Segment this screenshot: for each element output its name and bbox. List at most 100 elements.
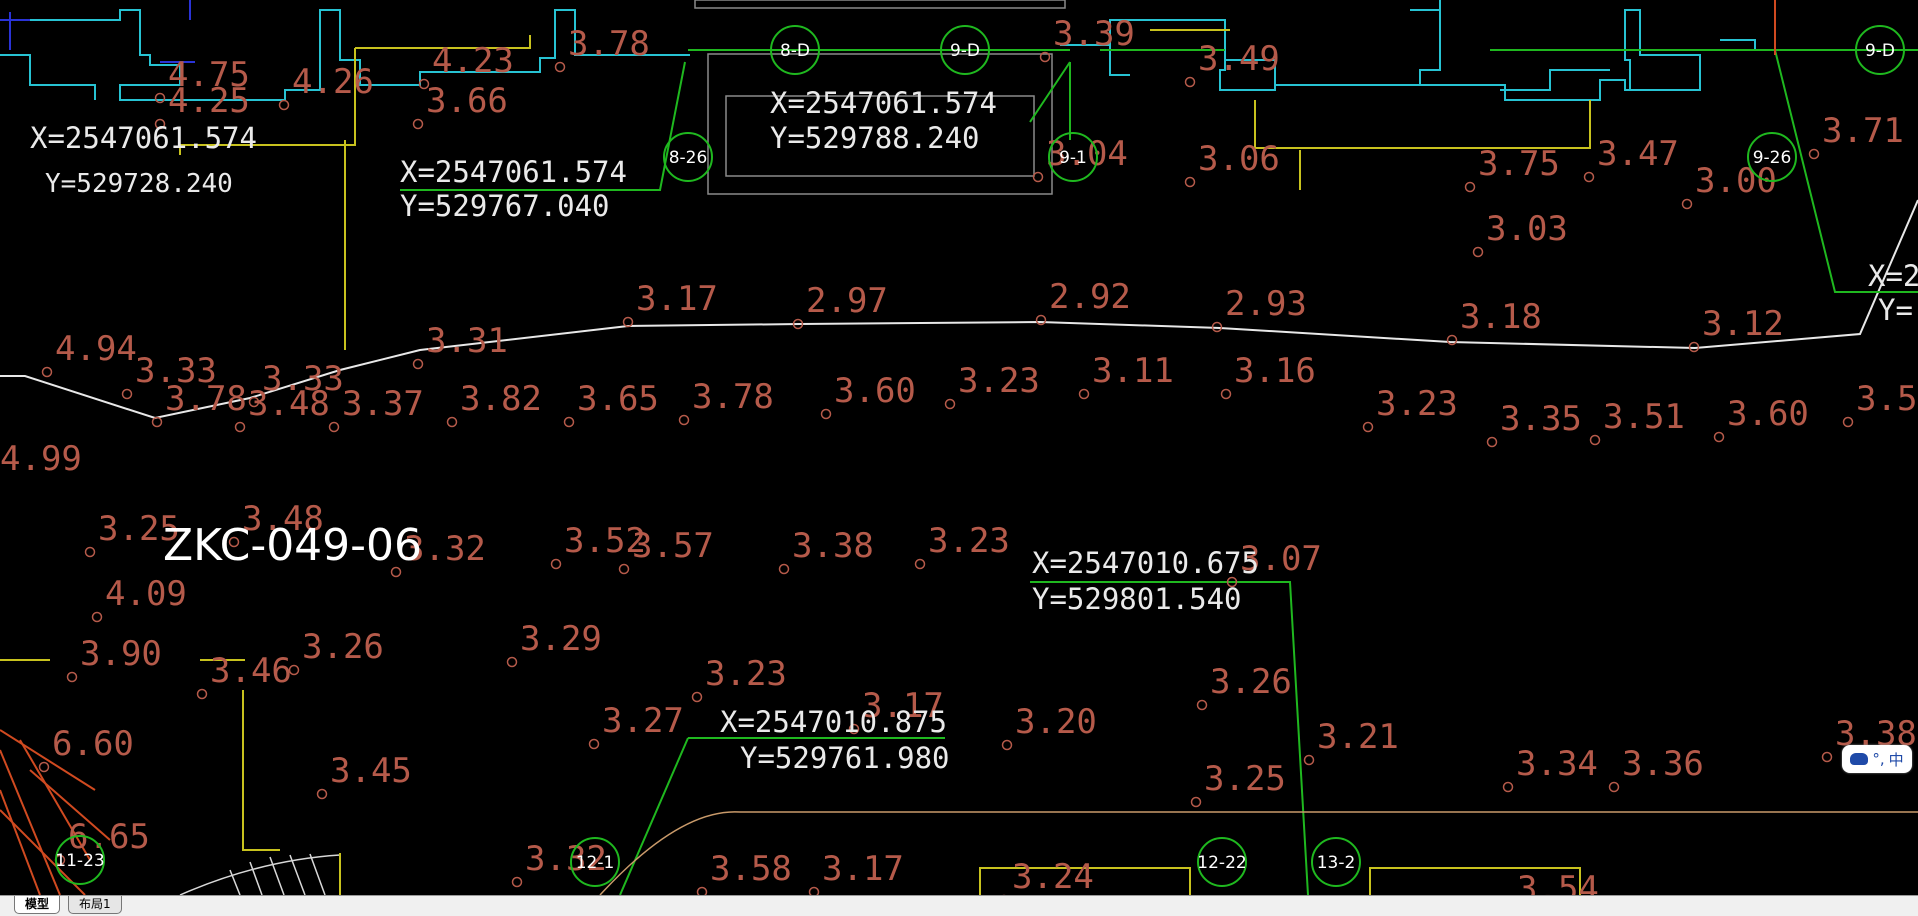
survey-point <box>678 414 690 426</box>
elevation-label: 3.60 <box>834 371 916 411</box>
survey-point <box>446 416 458 428</box>
survey-point <box>778 563 790 575</box>
elevation-label: 3.17 <box>822 849 904 889</box>
elevation-label: 3.29 <box>520 619 602 659</box>
elevation-label: 6.60 <box>52 724 134 764</box>
elevation-label: 3.45 <box>330 751 412 791</box>
elevation-label: 3.24 <box>1012 857 1094 895</box>
elevation-label: 3.78 <box>692 377 774 417</box>
survey-point <box>412 358 424 370</box>
survey-point <box>154 92 166 104</box>
survey-point <box>328 421 340 433</box>
survey-point <box>38 761 50 773</box>
axis-tag-label: 9-D <box>950 41 980 61</box>
elevation-label: 3.21 <box>1317 717 1399 757</box>
coord-x-label: X=2547010.875 <box>720 705 947 739</box>
elevation-label: 3.23 <box>928 521 1010 561</box>
survey-point <box>506 656 518 668</box>
survey-point <box>1502 781 1514 793</box>
road-curve <box>599 811 1918 895</box>
elevation-label: 3.49 <box>1198 39 1280 79</box>
partial-coord-x: X=2 <box>1868 259 1918 293</box>
elevation-label: 4.26 <box>292 62 374 102</box>
elevation-label: 3.37 <box>342 384 424 424</box>
coord-x-label: X=2547061.574 <box>30 121 257 155</box>
axis-tag-label: 11-23 <box>55 851 104 871</box>
axis-tag-label: 9-D <box>1865 41 1895 61</box>
coordinate-label: X=2547061.574 Y=529767.040 <box>400 155 627 223</box>
survey-point <box>944 398 956 410</box>
coord-x-label: X=2547061.574 <box>400 155 627 189</box>
elevation-label: 4.09 <box>105 574 187 614</box>
elevation-label: 3.58 <box>710 849 792 889</box>
elevation-label: 3.65 <box>577 379 659 419</box>
survey-point <box>1472 246 1484 258</box>
elevation-label: 3.18 <box>1460 297 1542 337</box>
elevation-label: 3.66 <box>426 81 508 121</box>
partial-coord-y: Y= <box>1878 293 1913 327</box>
survey-point <box>820 408 832 420</box>
coord-y-label: Y=529728.240 <box>45 169 233 199</box>
elevation-label: 3.57 <box>632 526 714 566</box>
axis-tag-label: 12-1 <box>576 853 615 873</box>
elevation-label: 3.78 <box>568 24 650 64</box>
elevation-label: 3.47 <box>1597 134 1679 174</box>
survey-point <box>618 563 630 575</box>
survey-point <box>696 886 708 895</box>
elevation-label: 3.23 <box>1376 384 1458 424</box>
elevation-label: 3.17 <box>636 279 718 319</box>
elevation-label: 3.12 <box>1702 304 1784 344</box>
cad-model-viewport[interactable]: 4.23 4.26 3.66 4.25 4.75 3.78 3.39 3.49 3.04 3.06… <box>0 0 1918 895</box>
coord-x-label: X=2547061.574 <box>770 86 997 120</box>
elevation-label: 3.60 <box>1727 394 1809 434</box>
tab-layout1[interactable]: 布局1 <box>68 896 122 914</box>
elevation-label: 3.06 <box>1198 139 1280 179</box>
survey-point <box>1681 198 1693 210</box>
axis-tag-label: 8-26 <box>669 148 708 168</box>
survey-point <box>563 416 575 428</box>
survey-point <box>234 421 246 433</box>
survey-point <box>808 886 820 895</box>
survey-point <box>1821 751 1833 763</box>
survey-point <box>1589 434 1601 446</box>
ime-mode-label: 中 <box>1888 750 1904 769</box>
survey-point <box>1032 171 1044 183</box>
coordinate-label: X=2547061.574 Y=529728.240 <box>30 121 257 199</box>
survey-point <box>1808 148 1820 160</box>
elevation-label: 4.75 <box>168 55 250 95</box>
ime-indicator[interactable]: °, 中 <box>1842 745 1912 773</box>
blue-lines <box>0 0 195 63</box>
survey-point <box>1486 436 1498 448</box>
survey-point <box>41 366 53 378</box>
elevation-label: 2.97 <box>806 281 888 321</box>
survey-point <box>1464 181 1476 193</box>
survey-point <box>121 388 133 400</box>
survey-point <box>316 788 328 800</box>
axis-tag-label: 9-1 <box>1059 148 1087 168</box>
elevation-label: 3.25 <box>1204 759 1286 799</box>
elevation-label: 4.23 <box>432 41 514 81</box>
elevation-label: 3.78 <box>165 379 247 419</box>
survey-point <box>550 558 562 570</box>
elevation-label: 3.31 <box>426 321 508 361</box>
elevation-label: 3.26 <box>302 627 384 667</box>
survey-point <box>1220 388 1232 400</box>
elevation-label: 3.23 <box>705 654 787 694</box>
elevation-label: 3.51 <box>1603 397 1685 437</box>
elevation-label: 4.94 <box>55 329 137 369</box>
coord-x-label: X=2547010.675 <box>1032 546 1259 580</box>
survey-point <box>1190 796 1202 808</box>
survey-point <box>1035 314 1047 326</box>
elevation-label: 3.46 <box>210 651 292 691</box>
tab-model[interactable]: 模型 <box>14 896 61 914</box>
coordinate-label: X=2547010.875 Y=529761.980 <box>720 705 950 775</box>
elevation-label: 3.11 <box>1092 351 1174 391</box>
elevation-label: 3.90 <box>80 634 162 674</box>
survey-point <box>1184 176 1196 188</box>
elevation-label: 4.99 <box>0 439 82 479</box>
survey-point <box>1196 699 1208 711</box>
survey-point <box>1583 171 1595 183</box>
coord-y-label: Y=529761.980 <box>740 741 950 775</box>
survey-point <box>196 688 208 700</box>
elevation-label: 3.26 <box>1210 662 1292 702</box>
